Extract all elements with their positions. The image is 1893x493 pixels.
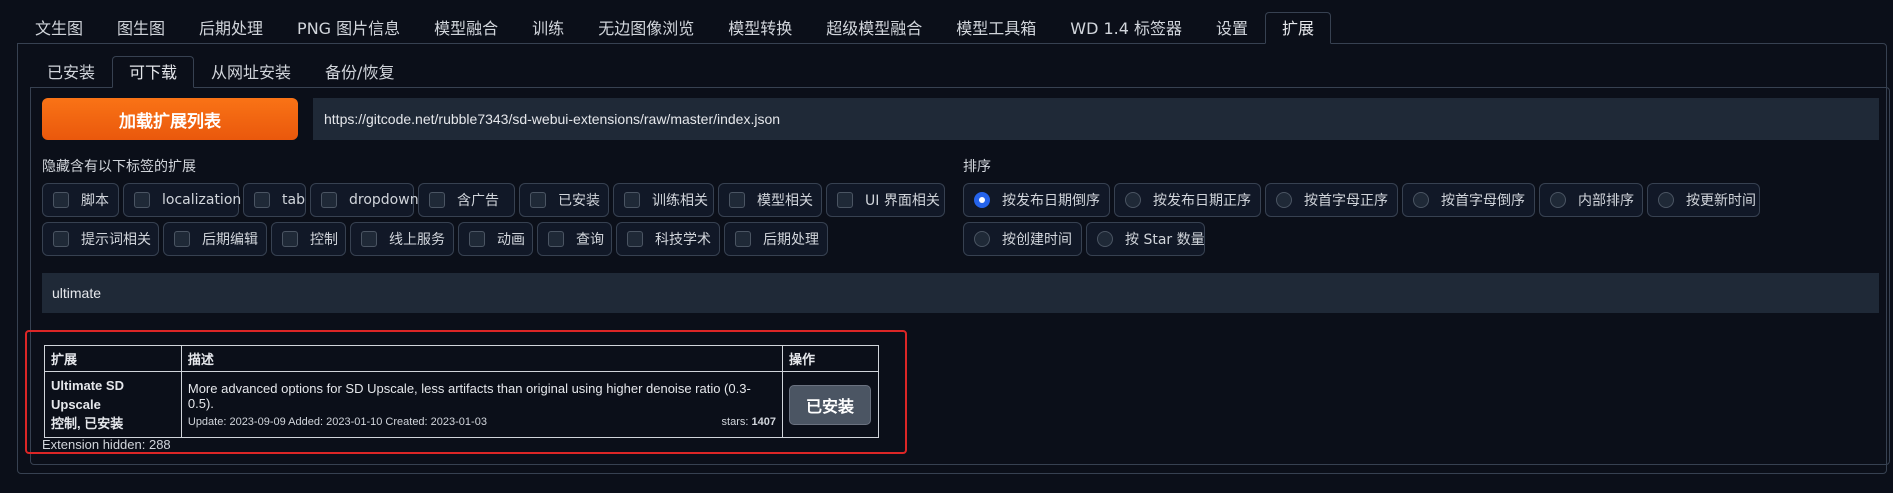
radio-icon	[1658, 192, 1674, 208]
checkbox-icon	[254, 192, 270, 208]
extension-action-cell: 已安装	[781, 371, 880, 438]
checkbox-icon	[361, 231, 377, 247]
sort-radio-a-z[interactable]: 按首字母正序	[1265, 183, 1398, 217]
tag-checkbox-prompting[interactable]: 提示词相关	[42, 222, 159, 256]
tag-checkbox-models[interactable]: 模型相关	[718, 183, 822, 217]
tab-extensions[interactable]: 扩展	[1265, 12, 1332, 44]
extensions-table: 扩展 描述 操作 Ultimate SD Upscale 控制, 已安装 Mor…	[44, 345, 880, 438]
checkbox-icon	[627, 231, 643, 247]
hide-tags-label: 隐藏含有以下标签的扩展	[42, 159, 196, 175]
checkbox-icon	[282, 231, 298, 247]
extension-description: More advanced options for SD Upscale, le…	[187, 381, 751, 411]
tag-checkbox-tab[interactable]: tab	[243, 183, 306, 217]
extension-name-cell: Ultimate SD Upscale 控制, 已安装	[44, 371, 182, 438]
extension-tags: 控制, 已安装	[51, 416, 124, 431]
radio-icon	[1550, 192, 1566, 208]
tag-checkbox-dropdown[interactable]: dropdown	[310, 183, 419, 217]
tag-checkbox-training[interactable]: 训练相关	[613, 183, 714, 217]
tag-checkbox-query[interactable]: 查询	[537, 222, 612, 256]
tag-checkbox-editing[interactable]: 后期编辑	[163, 222, 267, 256]
tag-checkbox-script[interactable]: 脚本	[42, 183, 119, 217]
extension-description-cell: More advanced options for SD Upscale, le…	[180, 371, 783, 438]
extension-dates: Update: 2023-09-09 Added: 2023-01-10 Cre…	[187, 416, 487, 428]
table-row: Ultimate SD Upscale 控制, 已安装 More advance…	[44, 371, 880, 438]
tag-checkbox-manipulations[interactable]: 控制	[271, 222, 346, 256]
sort-radio-stars[interactable]: 按 Star 数量	[1086, 222, 1205, 256]
subtab-backup-restore[interactable]: 备份/恢复	[308, 56, 411, 88]
checkbox-icon	[548, 231, 564, 247]
column-header-extension: 扩展	[44, 345, 182, 372]
tab-img2img[interactable]: 图生图	[100, 12, 182, 44]
extensions-hidden-count: Extension hidden: 288	[42, 437, 171, 452]
radio-icon	[974, 231, 990, 247]
tab-settings[interactable]: 设置	[1199, 12, 1265, 44]
tag-checkbox-science[interactable]: 科技学术	[616, 222, 720, 256]
checkbox-icon	[530, 192, 546, 208]
radio-icon	[1125, 192, 1141, 208]
column-header-description: 描述	[180, 345, 783, 372]
tag-checkbox-installed[interactable]: 已安装	[519, 183, 609, 217]
checkbox-icon	[174, 231, 190, 247]
sub-tab-bar: 已安装 可下载 从网址安装 备份/恢复	[30, 56, 411, 88]
subtab-available[interactable]: 可下载	[112, 56, 195, 88]
checkbox-icon	[321, 192, 337, 208]
top-tab-bar: 文生图 图生图 后期处理 PNG 图片信息 模型融合 训练 无边图像浏览 模型转…	[18, 12, 1332, 44]
tag-checkbox-animation[interactable]: 动画	[458, 222, 533, 256]
subtab-installed[interactable]: 已安装	[30, 56, 112, 88]
subtab-install-from-url[interactable]: 从网址安装	[194, 56, 308, 88]
tag-checkbox-ads[interactable]: 含广告	[418, 183, 515, 217]
extension-name[interactable]: Ultimate SD Upscale	[51, 376, 175, 414]
checkbox-icon	[53, 231, 69, 247]
extension-stars: stars: 1407	[721, 416, 776, 428]
column-header-action: 操作	[781, 345, 880, 372]
checkbox-icon	[729, 192, 745, 208]
tag-checkbox-ui[interactable]: UI 界面相关	[826, 183, 945, 217]
checkbox-icon	[735, 231, 751, 247]
tab-model-merge[interactable]: 模型融合	[417, 12, 515, 44]
radio-icon	[1413, 192, 1429, 208]
checkbox-icon	[469, 231, 485, 247]
sort-label: 排序	[963, 159, 991, 175]
tab-extras[interactable]: 后期处理	[182, 12, 280, 44]
sort-radio-z-a[interactable]: 按首字母倒序	[1402, 183, 1535, 217]
tag-checkbox-postprocessing[interactable]: 后期处理	[724, 222, 828, 256]
sort-radio-internal[interactable]: 内部排序	[1539, 183, 1643, 217]
installed-button[interactable]: 已安装	[788, 384, 871, 425]
checkbox-icon	[837, 192, 853, 208]
tab-png-info[interactable]: PNG 图片信息	[280, 12, 417, 44]
tag-checkbox-online[interactable]: 线上服务	[350, 222, 454, 256]
checkbox-icon	[134, 192, 150, 208]
tab-image-browser[interactable]: 无边图像浏览	[581, 12, 711, 44]
table-header-row: 扩展 描述 操作	[44, 345, 880, 372]
checkbox-icon	[624, 192, 640, 208]
tab-model-convert[interactable]: 模型转换	[711, 12, 809, 44]
radio-icon	[1097, 231, 1113, 247]
extension-search-input[interactable]	[42, 273, 1879, 313]
checkbox-icon	[53, 192, 69, 208]
sort-radio-create-time[interactable]: 按创建时间	[963, 222, 1082, 256]
tab-txt2img[interactable]: 文生图	[18, 12, 100, 44]
checkbox-icon	[429, 192, 445, 208]
sort-radio-update-time[interactable]: 按更新时间	[1647, 183, 1760, 217]
radio-selected-icon	[974, 192, 990, 208]
tab-model-toolkit[interactable]: 模型工具箱	[939, 12, 1053, 44]
tab-super-merger[interactable]: 超级模型融合	[809, 12, 939, 44]
tab-train[interactable]: 训练	[515, 12, 581, 44]
index-url-input[interactable]	[313, 98, 1879, 140]
radio-icon	[1276, 192, 1292, 208]
sort-radio-newest-first[interactable]: 按发布日期倒序	[963, 183, 1110, 217]
sort-radio-oldest-first[interactable]: 按发布日期正序	[1114, 183, 1261, 217]
tab-wd-tagger[interactable]: WD 1.4 标签器	[1053, 12, 1199, 44]
load-extension-list-button[interactable]: 加载扩展列表	[42, 98, 298, 140]
tag-checkbox-localization[interactable]: localization	[123, 183, 241, 217]
